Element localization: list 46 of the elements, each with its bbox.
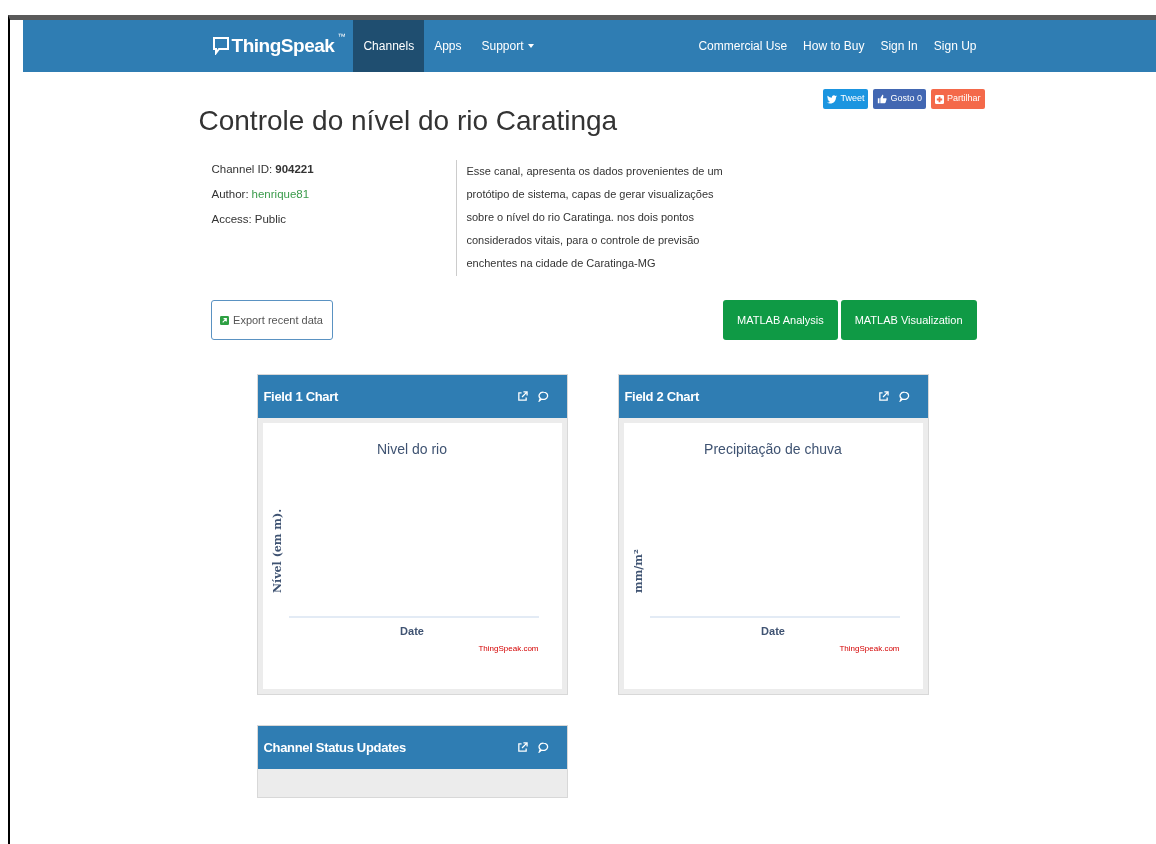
caret-icon: [527, 44, 534, 48]
share-button[interactable]: Gosto 0: [873, 89, 926, 109]
chart-title: Nivel do rio: [377, 440, 447, 459]
nav-dropdown[interactable]: Support: [471, 20, 544, 72]
chart-credit[interactable]: ThingSpeak.com: [478, 643, 539, 655]
y-axis-label: mm/m²: [631, 548, 645, 593]
speech-bubble-icon: [212, 37, 229, 55]
matlab-button[interactable]: MATLAB Visualization: [840, 300, 977, 340]
thumbs-up-icon: [877, 94, 888, 104]
speech-bubble-icon[interactable]: [537, 391, 549, 402]
x-axis-label: Date: [399, 624, 425, 639]
brand-logo[interactable]: ThingSpeak$^{™}$: [194, 20, 354, 72]
channel-title: Controle do nível do rio Caratinga: [198, 104, 618, 138]
external-link-icon[interactable]: [516, 742, 528, 753]
meta-value: Public: [254, 212, 287, 228]
panel-title: Field 2 Chart: [624, 387, 699, 406]
export-icon: [220, 315, 230, 325]
speech-bubble-icon[interactable]: [898, 391, 910, 402]
meta-label: Author:: [211, 187, 249, 203]
meta-label: Channel ID:: [211, 162, 273, 178]
matlab-button[interactable]: MATLAB Analysis: [723, 300, 838, 340]
meta-value: 904221: [275, 162, 314, 178]
external-link-icon[interactable]: [516, 391, 528, 402]
speech-bubble-icon[interactable]: [537, 742, 549, 753]
chart-title: Precipitação de chuva: [704, 440, 842, 459]
export-button[interactable]: Export recent data: [210, 300, 333, 340]
plus-icon: [935, 94, 944, 104]
nav-link[interactable]: Apps: [424, 20, 472, 72]
channel-description: Esse canal, apresenta os dados provenientes de um protótipo de sistema, capas de gerar visualizações sobre o nível do rio Caratinga. nos dois pontos considerados vitais, para o controle de previsão enchentes na cidade de Caratinga-MG: [466, 164, 724, 271]
chart-credit[interactable]: ThingSpeak.com: [839, 643, 900, 655]
nav-link[interactable]: Sign In: [872, 20, 926, 72]
panel-title: Field 1 Chart: [263, 387, 338, 406]
y-axis-label: Nível (em m).: [270, 508, 284, 593]
share-button[interactable]: Partilhar: [931, 89, 985, 109]
nav-link[interactable]: How to Buy: [795, 20, 873, 72]
meta-label: Access:: [211, 212, 252, 228]
bird-icon: [827, 94, 838, 104]
meta-value[interactable]: henrique81: [251, 186, 310, 204]
nav-link[interactable]: Commercial Use: [690, 20, 796, 72]
nav-link[interactable]: Sign Up: [925, 20, 985, 72]
share-button[interactable]: Tweet: [823, 89, 869, 109]
panel-title: Channel Status Updates: [263, 738, 406, 757]
external-link-icon[interactable]: [877, 391, 889, 402]
x-axis-label: Date: [760, 624, 786, 639]
nav-link[interactable]: Channels: [353, 20, 425, 72]
brand-name: ThingSpeak: [231, 33, 335, 58]
